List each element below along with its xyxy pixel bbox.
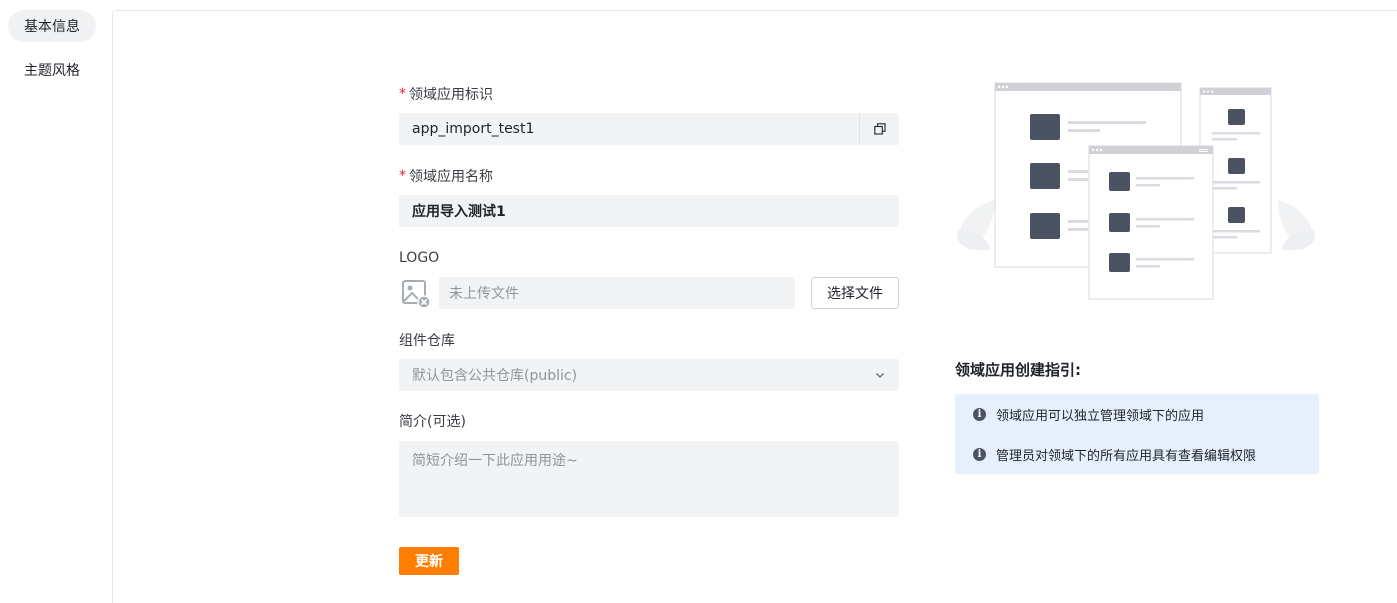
logo-file-placeholder: 未上传文件 [449, 286, 519, 302]
repo-label-text: 组件仓库 [399, 333, 455, 349]
app-id-field[interactable]: app_import_test1 [399, 113, 899, 145]
repo-selected-value: 默认包含公共仓库(public) [412, 368, 578, 384]
logo-label-text: LOGO [399, 250, 440, 266]
app-id-label: * 领域应用标识 [399, 84, 493, 104]
guide-title: 领域应用创建指引: [955, 361, 1081, 379]
guide-box: i 领域应用可以独立管理领域下的应用 i 管理员对领域下的所有应用具有查看编辑权… [955, 394, 1319, 474]
info-icon: i [973, 448, 986, 461]
app-id-label-text: 领域应用标识 [409, 87, 493, 103]
logo-label: LOGO [399, 248, 439, 268]
sidebar-item-basic-info[interactable]: 基本信息 [8, 10, 96, 42]
intro-label-text: 简介(可选) [399, 414, 466, 430]
choose-file-label: 选择文件 [827, 286, 883, 302]
required-mark: * [399, 86, 406, 102]
app-name-input[interactable]: 应用导入测试1 [399, 195, 899, 227]
copy-button[interactable] [859, 113, 899, 145]
choose-file-button[interactable]: 选择文件 [811, 277, 899, 309]
app-name-label: * 领域应用名称 [399, 166, 493, 186]
app-name-value: 应用导入测试1 [412, 204, 506, 220]
image-placeholder-icon [402, 280, 431, 309]
guide-item: i 领域应用可以独立管理领域下的应用 [973, 405, 1204, 424]
sidebar-item-theme[interactable]: 主题风格 [8, 54, 96, 86]
sidebar: 基本信息 主题风格 [0, 0, 112, 603]
chevron-down-icon [876, 373, 884, 378]
update-button[interactable]: 更新 [399, 547, 459, 575]
guide-item-text: 领域应用可以独立管理领域下的应用 [996, 409, 1205, 424]
app-name-label-text: 领域应用名称 [409, 169, 493, 185]
illustration [957, 82, 1315, 300]
info-icon: i [973, 408, 986, 421]
repo-select[interactable]: 默认包含公共仓库(public) [399, 359, 899, 391]
update-button-label: 更新 [415, 553, 443, 569]
guide-item: i 管理员对领域下的所有应用具有查看编辑权限 [973, 445, 1256, 464]
required-mark: * [399, 168, 406, 184]
intro-textarea[interactable] [399, 441, 899, 517]
copy-icon [873, 123, 886, 135]
repo-label: 组件仓库 [399, 330, 455, 350]
intro-label: 简介(可选) [399, 411, 466, 431]
app-id-value: app_import_test1 [412, 121, 535, 137]
logo-file-field: 未上传文件 [439, 277, 795, 309]
guide-item-text: 管理员对领域下的所有应用具有查看编辑权限 [996, 449, 1257, 464]
sidebar-item-label: 主题风格 [24, 63, 80, 79]
sidebar-item-label: 基本信息 [24, 19, 80, 35]
